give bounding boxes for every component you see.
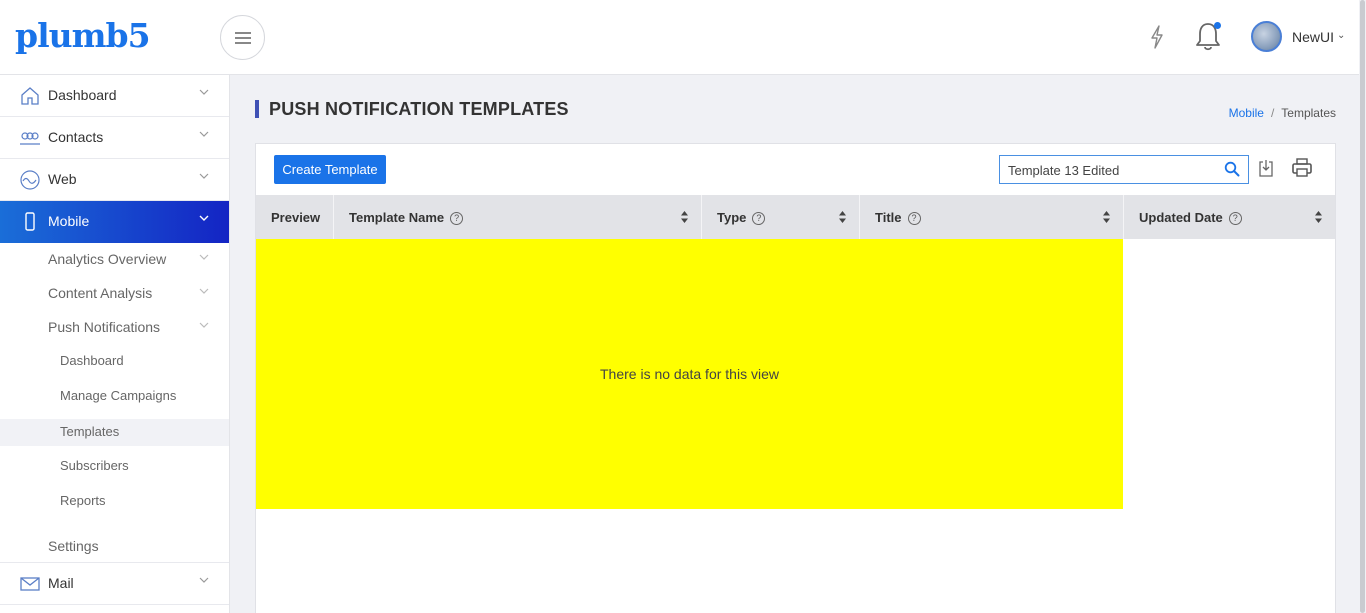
empty-state-message: There is no data for this view — [600, 366, 779, 382]
sidebar-item-mobile[interactable]: Mobile — [0, 201, 229, 243]
sidebar-sub-label: Analytics Overview — [48, 251, 167, 267]
chevron-down-icon — [199, 215, 209, 221]
column-header-label: Preview — [271, 210, 321, 225]
sidebar-push-label: Reports — [60, 493, 106, 508]
search-icon[interactable] — [1224, 161, 1240, 177]
column-header-template-name[interactable]: Template Name? — [334, 195, 702, 239]
sidebar-item-dashboard[interactable]: Dashboard — [0, 75, 229, 117]
breadcrumb-mobile-link[interactable]: Mobile — [1229, 106, 1264, 120]
hamburger-line — [235, 42, 251, 44]
sidebar-push-label: Dashboard — [60, 353, 124, 368]
sidebar-sub-label: Settings — [48, 538, 99, 554]
breadcrumb-separator: / — [1270, 106, 1275, 120]
sidebar-sub-label: Push Notifications — [48, 319, 161, 335]
sidebar-sub-push-notifications[interactable]: Push Notifications — [0, 310, 229, 344]
column-header-label: Updated Date? — [1139, 210, 1242, 225]
column-header-text: Updated Date — [1139, 210, 1223, 225]
search-input[interactable] — [1008, 161, 1218, 179]
column-header-label: Type? — [717, 210, 766, 225]
sidebar-item-web[interactable]: Web — [0, 159, 229, 201]
sidebar-sub-settings[interactable]: Settings — [0, 529, 229, 563]
sort-icon[interactable] — [1314, 210, 1323, 224]
sidebar-sub-analytics-overview[interactable]: Analytics Overview — [0, 242, 229, 276]
column-header-label: Template Name? — [349, 210, 464, 225]
sidebar-push-manage-campaigns[interactable]: Manage Campaigns — [0, 381, 229, 411]
user-name[interactable]: NewUI — [1292, 29, 1334, 45]
scrollbar-thumb[interactable] — [1360, 0, 1365, 613]
chevron-down-icon — [199, 288, 209, 294]
sort-icon[interactable] — [680, 210, 689, 224]
sidebar-item-label: Mobile — [48, 213, 90, 229]
column-header-updated-date[interactable]: Updated Date? — [1124, 195, 1335, 239]
table-header: Preview Template Name? Type? Title? Upda… — [256, 195, 1335, 239]
home-icon — [21, 87, 39, 105]
sidebar-push-reports[interactable]: Reports — [0, 486, 229, 516]
chevron-down-icon — [199, 322, 209, 328]
page-title: PUSH NOTIFICATION TEMPLATES — [269, 99, 569, 119]
column-header-text: Type — [717, 210, 747, 225]
sidebar-push-label: Templates — [60, 424, 120, 439]
sidebar-item-label: Web — [48, 171, 77, 187]
chevron-down-icon — [199, 89, 209, 95]
column-header-title[interactable]: Title? — [860, 195, 1124, 239]
sidebar-push-label: Subscribers — [60, 458, 129, 473]
sidebar-sub-content-analysis[interactable]: Content Analysis — [0, 276, 229, 310]
chevron-down-icon — [199, 173, 209, 179]
breadcrumb: Mobile / Templates — [1229, 106, 1336, 120]
sidebar-push-templates[interactable]: Templates — [0, 419, 229, 446]
sidebar-push-subscribers[interactable]: Subscribers — [0, 451, 229, 481]
help-icon[interactable]: ? — [752, 212, 766, 225]
print-icon[interactable] — [1291, 157, 1313, 179]
lightning-icon[interactable] — [1146, 24, 1168, 50]
empty-state-panel: There is no data for this view — [256, 239, 1123, 509]
sidebar-push-dashboard[interactable]: Dashboard — [0, 346, 229, 376]
mail-icon — [20, 577, 40, 591]
chevron-down-icon — [199, 577, 209, 583]
hamburger-menu-icon — [235, 32, 251, 34]
sidebar: Dashboard Contacts Web Mobile Analytics … — [0, 75, 230, 613]
hamburger-menu-button[interactable] — [220, 15, 265, 60]
column-header-type[interactable]: Type? — [702, 195, 860, 239]
title-accent-bar — [255, 100, 259, 118]
phone-icon — [25, 212, 35, 231]
globe-avatar-icon[interactable] — [1251, 21, 1282, 52]
chevron-down-icon — [199, 254, 209, 260]
search-field[interactable] — [999, 155, 1249, 184]
sidebar-sub-label: Content Analysis — [48, 285, 153, 301]
sidebar-item-label: Mail — [48, 575, 74, 591]
help-icon[interactable]: ? — [1228, 212, 1242, 225]
people-icon — [20, 132, 40, 145]
column-header-label: Title? — [875, 210, 921, 225]
top-header: plumb5 NewUI ⌄ — [0, 0, 1366, 75]
sort-icon[interactable] — [1102, 210, 1111, 224]
column-header-preview: Preview — [256, 195, 334, 239]
help-icon[interactable]: ? — [450, 212, 464, 225]
sidebar-push-label: Manage Campaigns — [60, 388, 177, 403]
sort-icon[interactable] — [838, 210, 847, 224]
breadcrumb-current: Templates — [1281, 106, 1336, 120]
help-icon[interactable]: ? — [907, 212, 921, 225]
chevron-down-icon[interactable]: ⌄ — [1337, 30, 1345, 41]
sidebar-item-label: Contacts — [48, 129, 104, 145]
hamburger-line — [235, 37, 251, 39]
sidebar-item-contacts[interactable]: Contacts — [0, 117, 229, 159]
notification-dot — [1214, 22, 1221, 29]
column-header-text: Title — [875, 210, 902, 225]
chevron-down-icon — [199, 131, 209, 137]
export-icon[interactable] — [1257, 158, 1275, 178]
plumb5-logo[interactable]: plumb5 — [15, 16, 151, 55]
wave-icon — [20, 170, 40, 190]
column-header-text: Template Name — [349, 210, 445, 225]
sidebar-item-label: Dashboard — [48, 87, 117, 103]
create-template-button[interactable]: Create Template — [274, 155, 386, 184]
sidebar-item-mail[interactable]: Mail — [0, 563, 229, 605]
